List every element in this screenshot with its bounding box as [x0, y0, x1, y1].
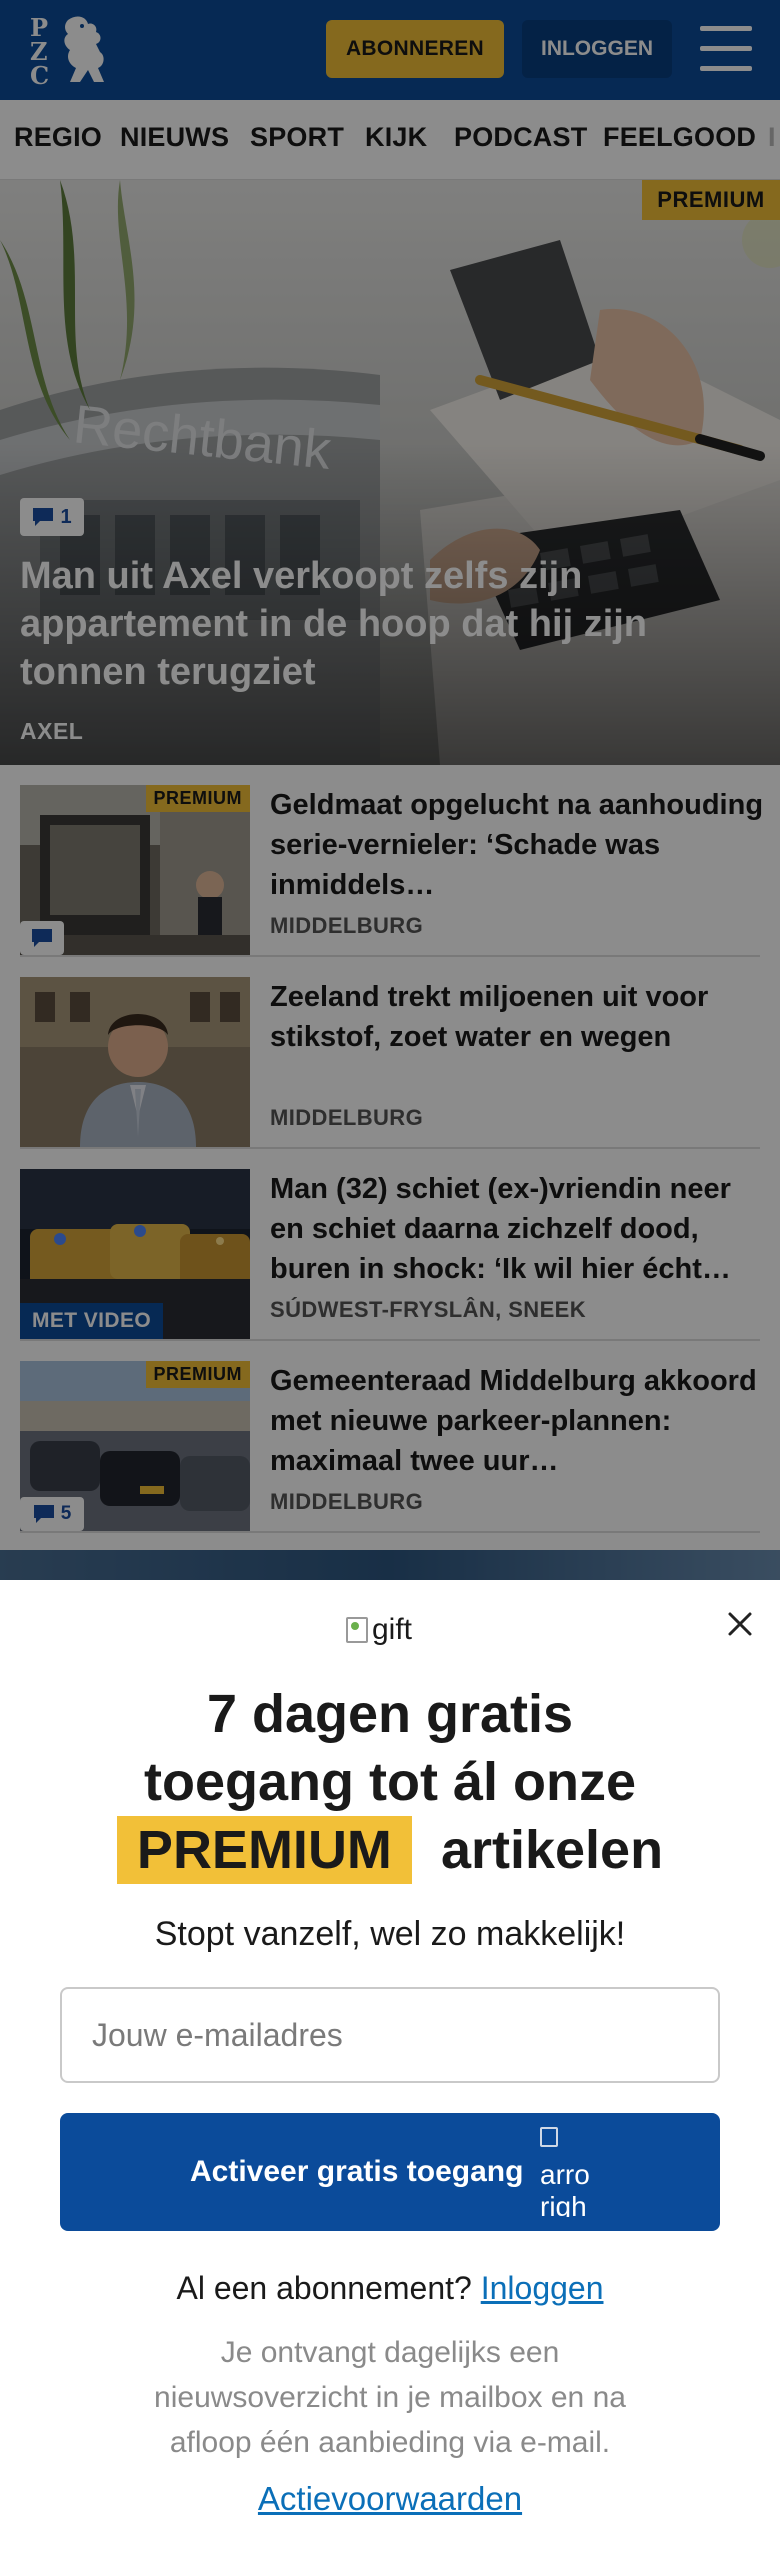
hamburger-menu-icon[interactable]: [700, 26, 752, 72]
article-location: MIDDELBURG: [270, 1489, 424, 1514]
headline-line-3: PREMIUM artikelen: [0, 1816, 780, 1884]
headline-line-1: 7 dagen gratis: [206, 1684, 574, 1744]
article-title[interactable]: Geldmaat opgelucht na aanhouding serie-v…: [270, 785, 770, 905]
video-badge: MET VIDEO: [20, 1303, 164, 1339]
already-subscribed-text: Al een abonnement?: [176, 2270, 472, 2306]
premium-badge: PREMIUM: [642, 180, 780, 220]
lion-logo-icon: P Z C: [30, 13, 104, 90]
list-item[interactable]: Zeeland trekt miljoenen uit voor stiksto…: [20, 957, 760, 1149]
headline-artikelen: artikelen: [440, 1820, 664, 1880]
article-thumbnail: MET VIDEO: [20, 1169, 250, 1339]
premium-badge: PREMIUM: [145, 785, 250, 812]
nav-item-feelgood[interactable]: FEELGOOD: [603, 122, 756, 153]
list-item[interactable]: PREMIUM Geldmaat opgelucht na aanhouding…: [20, 765, 763, 957]
hero-location: AXEL: [20, 718, 84, 744]
section-nav: REGIO NIEUWS SPORT KIJK PODCAST FEELGOOD…: [0, 100, 780, 180]
article-thumbnail: [20, 977, 250, 1147]
article-list: PREMIUM Geldmaat opgelucht na aanhouding…: [0, 765, 780, 1580]
gift-icon: gift: [346, 1610, 434, 1650]
article-title[interactable]: Man (32) schiet (ex-)vriendin neer en sc…: [270, 1169, 770, 1289]
close-icon[interactable]: [720, 1604, 760, 1644]
broken-image-icon: [346, 1617, 368, 1643]
gift-alt-text: gift: [372, 1613, 413, 1646]
nav-item-sport[interactable]: SPORT: [250, 122, 344, 153]
list-item[interactable]: PREMIUM 5 Gemeenteraad Middelburg akkoor…: [20, 1341, 760, 1533]
list-item[interactable]: MET VIDEO Man (32) schiet (ex-)vriendin …: [20, 1149, 760, 1341]
comment-count-badge[interactable]: 1: [20, 498, 84, 536]
email-field[interactable]: [60, 1987, 720, 2083]
modal-headline: 7 dagen gratis toegang tot ál onze PREMI…: [0, 1680, 780, 1884]
cta-label: Activeer gratis toegang: [190, 2155, 524, 2188]
comment-badge[interactable]: [20, 921, 64, 955]
arrow-right-icon: arro righ: [540, 2127, 590, 2217]
login-button[interactable]: INLOGGEN: [522, 20, 672, 78]
headline-line-2: toegang tot ál onze: [144, 1752, 636, 1812]
next-article-teaser: [0, 1550, 780, 1580]
hero-article[interactable]: Rechtbank: [0, 180, 780, 765]
nav-item-nieuws[interactable]: NIEUWS: [120, 122, 229, 153]
terms-link[interactable]: Actievoorwaarden: [0, 2480, 780, 2518]
pzc-logo[interactable]: P Z C: [28, 12, 112, 90]
article-title[interactable]: Gemeenteraad Middelburg akkoord met nieu…: [270, 1361, 770, 1481]
nav-item-regio[interactable]: REGIO: [14, 122, 102, 153]
hero-title[interactable]: Man uit Axel verkoopt zelfs zijn apparte…: [20, 552, 740, 696]
article-title[interactable]: Zeeland trekt miljoenen uit voor stiksto…: [270, 977, 770, 1057]
article-location: MIDDELBURG: [270, 1105, 424, 1130]
existing-subscription-line: Al een abonnement? Inloggen: [0, 2270, 780, 2307]
page: P Z C ABONNEREN INLOGGEN REGIO NIEUWS SP…: [0, 0, 780, 2560]
comment-count-badge[interactable]: 5: [20, 1497, 84, 1531]
article-location: MIDDELBURG: [270, 913, 424, 938]
comment-icon: [32, 929, 52, 947]
subscribe-button[interactable]: ABONNEREN: [326, 20, 504, 78]
newsletter-disclaimer: Je ontvangt dagelijks een nieuwsoverzich…: [154, 2336, 626, 2459]
comment-count: 1: [60, 505, 72, 528]
premium-trial-modal: gift 7 dagen gratis toegang tot ál onze …: [0, 1580, 780, 2560]
article-location: SÚDWEST-FRYSLÂN, SNEEK: [270, 1297, 587, 1322]
login-link[interactable]: Inloggen: [481, 2270, 604, 2306]
comment-count: 5: [60, 1503, 72, 1524]
comment-icon: [33, 1505, 54, 1523]
nav-item-more[interactable]: I: [768, 122, 776, 153]
comment-icon: [33, 508, 54, 526]
article-thumbnail: PREMIUM: [20, 785, 250, 955]
premium-highlight: PREMIUM: [116, 1816, 412, 1884]
modal-subtitle: Stopt vanzelf, wel zo makkelijk!: [154, 1915, 626, 1953]
activate-free-access-button[interactable]: Activeer gratis toegang arro righ: [60, 2113, 720, 2231]
site-header: P Z C ABONNEREN INLOGGEN: [0, 0, 780, 100]
nav-item-kijk[interactable]: KIJK: [365, 122, 427, 153]
premium-badge: PREMIUM: [145, 1361, 250, 1388]
svg-text:C: C: [30, 61, 49, 88]
nav-item-podcast[interactable]: PODCAST: [454, 122, 587, 153]
article-thumbnail: PREMIUM 5: [20, 1361, 250, 1531]
